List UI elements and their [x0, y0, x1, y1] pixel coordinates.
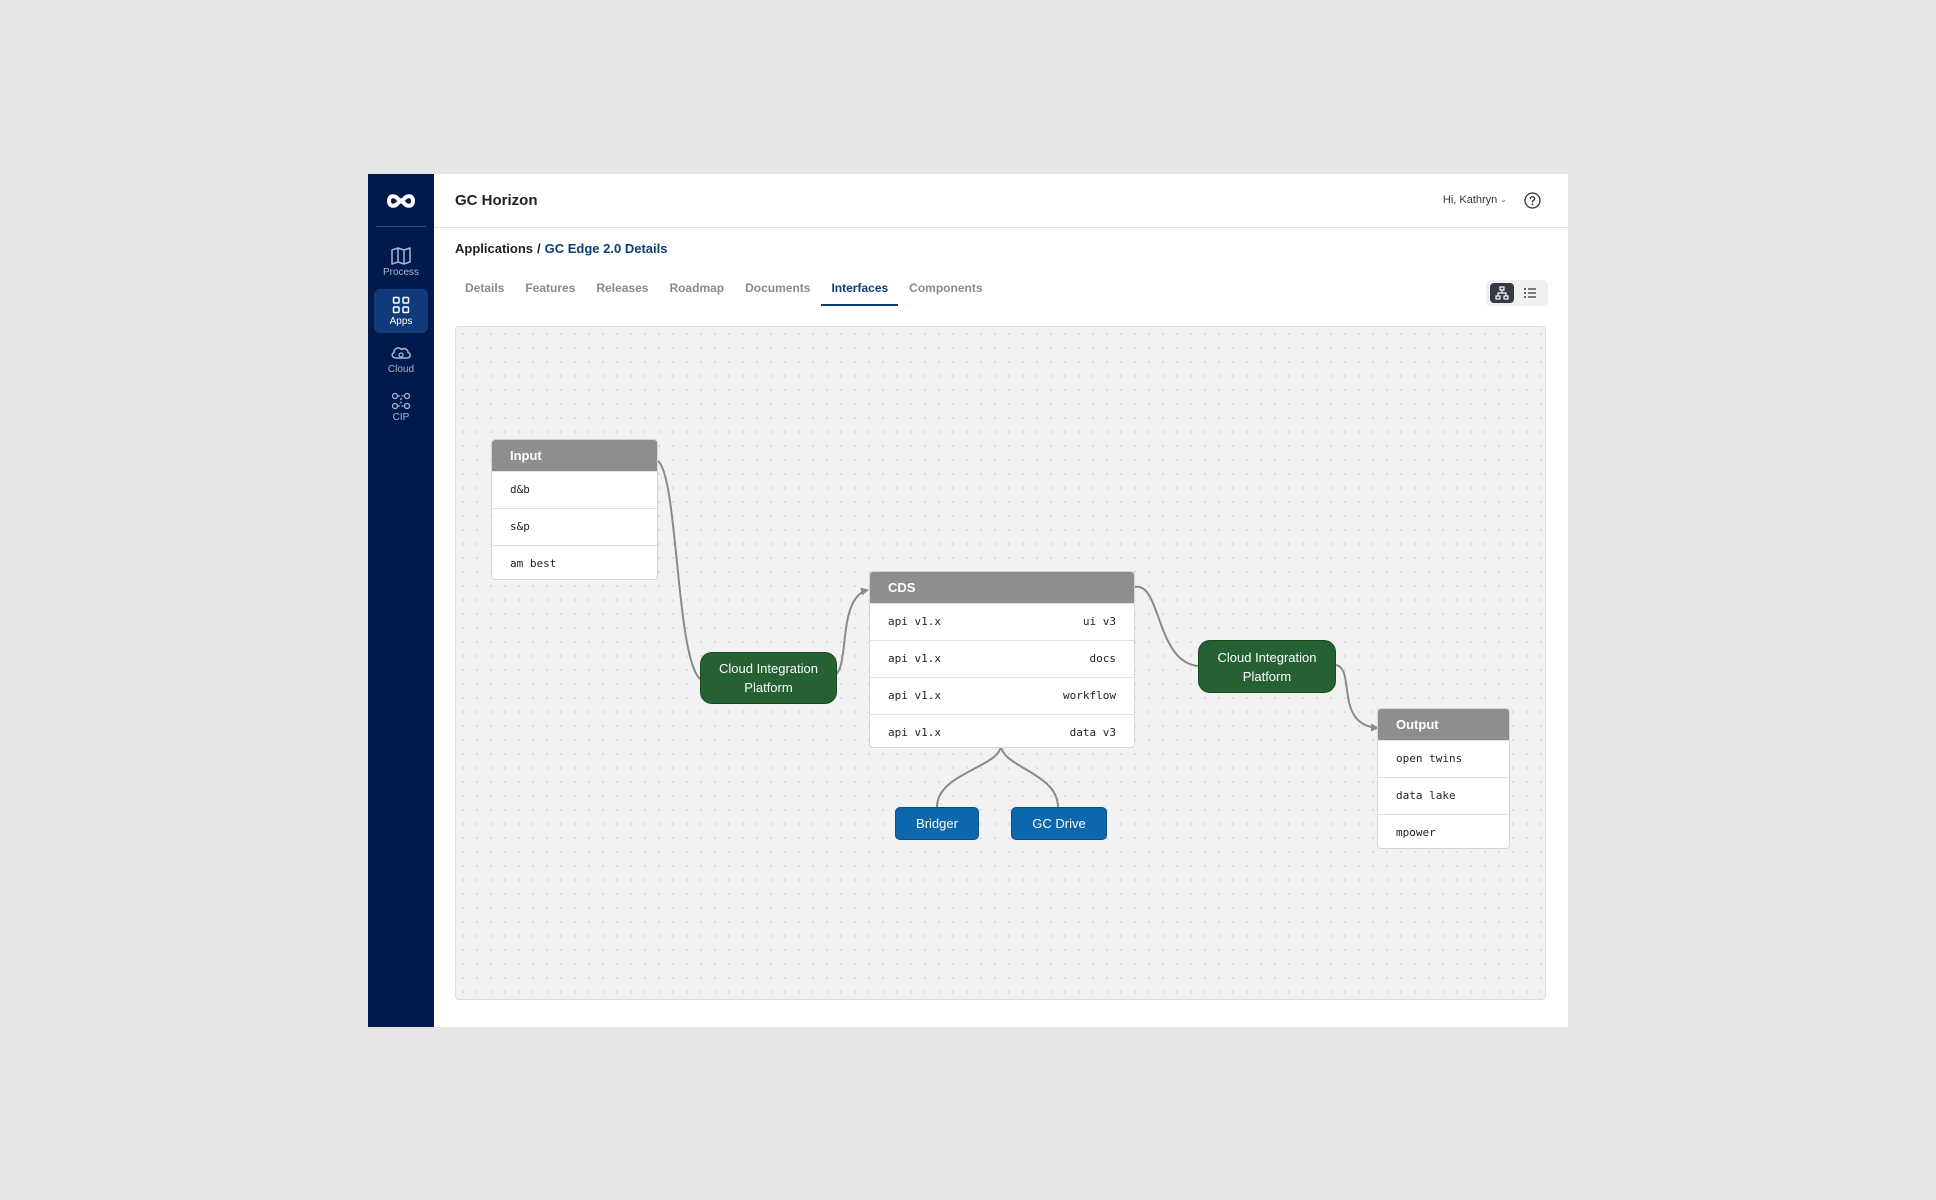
output-row-label: data lake [1396, 789, 1456, 802]
table-row: api v1.x ui v3 [870, 603, 1134, 640]
sidebar-divider [376, 226, 426, 227]
cloud-integration-platform-node-right[interactable]: Cloud Integration Platform [1198, 640, 1336, 693]
list-view-button[interactable] [1518, 283, 1542, 303]
app-window: Process Apps Cloud CIP GC Horizon Hi, Ka… [368, 174, 1568, 1027]
graph-view-icon [1495, 286, 1509, 300]
sidebar-item-label: Process [382, 267, 420, 278]
breadcrumb-separator: / [537, 241, 541, 256]
sidebar-item-label: Cloud [387, 364, 415, 375]
cds-row-left: api v1.x [888, 615, 941, 628]
cds-row-left: api v1.x [888, 652, 941, 665]
sidebar-item-cip[interactable]: CIP [374, 385, 428, 429]
help-icon[interactable] [1524, 192, 1541, 209]
input-node[interactable]: Input d&b s&p am best [491, 439, 658, 580]
list-view-icon [1524, 288, 1536, 298]
sidebar-item-label: CIP [392, 412, 410, 423]
input-node-title: Input [492, 440, 657, 471]
edge-cip-to-cds [832, 587, 869, 677]
list-item: open twins [1378, 740, 1509, 777]
edge-cds-to-bridger [936, 744, 1002, 808]
sidebar-item-label: Apps [389, 316, 413, 327]
input-row-label: s&p [510, 520, 530, 533]
cds-node[interactable]: CDS api v1.x ui v3 api v1.x docs api v1.x w… [869, 571, 1135, 748]
edge-cds-to-gc-drive [1000, 744, 1059, 808]
edge-input-to-cip [657, 460, 701, 680]
list-item: mpower [1378, 814, 1509, 848]
gc-drive-node[interactable]: GC Drive [1011, 807, 1107, 840]
tab-details[interactable]: Details [455, 274, 514, 304]
table-row: api v1.x docs [870, 640, 1134, 677]
output-row-label: open twins [1396, 752, 1463, 765]
tab-features[interactable]: Features [515, 274, 585, 304]
bridger-node[interactable]: Bridger [895, 807, 979, 840]
tab-releases[interactable]: Releases [586, 274, 658, 304]
sidebar: Process Apps Cloud CIP [368, 174, 434, 1027]
tab-roadmap[interactable]: Roadmap [659, 274, 734, 304]
table-row: api v1.x data v3 [870, 714, 1134, 747]
logo-icon[interactable] [386, 191, 416, 211]
sidebar-item-process[interactable]: Process [374, 240, 428, 284]
output-node[interactable]: Output open twins data lake mpower [1377, 708, 1510, 849]
cloud-icon [391, 347, 411, 359]
breadcrumb-current: GC Edge 2.0 Details [544, 241, 668, 256]
cds-row-left: api v1.x [888, 726, 941, 739]
list-item: am best [492, 545, 657, 579]
list-item: s&p [492, 508, 657, 545]
cds-row-right: ui v3 [1082, 615, 1116, 628]
view-toggle [1486, 280, 1548, 306]
user-greeting: Hi, Kathryn [1442, 194, 1498, 206]
graph-view-button[interactable] [1490, 283, 1514, 303]
integration-icon [391, 392, 411, 410]
chevron-down-icon: ⌄ [1500, 195, 1507, 204]
input-row-label: am best [510, 557, 557, 570]
grid-icon [392, 296, 410, 314]
cds-row-right: data v3 [1069, 726, 1116, 739]
cds-row-right: workflow [1063, 689, 1116, 702]
breadcrumb: Applications / GC Edge 2.0 Details [455, 241, 667, 256]
output-row-label: mpower [1396, 826, 1436, 839]
tab-documents[interactable]: Documents [735, 274, 820, 304]
cds-row-left: api v1.x [888, 689, 941, 702]
tab-interfaces[interactable]: Interfaces [821, 274, 899, 306]
tab-bar: Details Features Releases Roadmap Docume… [455, 274, 994, 306]
edge-cip-to-output [1335, 664, 1379, 732]
interfaces-diagram-canvas[interactable]: Input d&b s&p am best Cloud Integration … [455, 326, 1546, 1000]
top-bar: GC Horizon Hi, Kathryn ⌄ [434, 174, 1568, 228]
table-row: api v1.x workflow [870, 677, 1134, 714]
list-item: data lake [1378, 777, 1509, 814]
cloud-integration-platform-node-left[interactable]: Cloud Integration Platform [700, 652, 837, 704]
input-row-label: d&b [510, 483, 530, 496]
cds-row-right: docs [1089, 652, 1117, 665]
tab-components[interactable]: Components [899, 274, 992, 304]
list-item: d&b [492, 471, 657, 508]
map-icon [391, 247, 411, 265]
edge-cds-to-cip [1134, 585, 1199, 667]
breadcrumb-parent[interactable]: Applications [455, 241, 533, 256]
sidebar-item-apps[interactable]: Apps [374, 289, 428, 333]
sidebar-item-cloud[interactable]: Cloud [374, 337, 428, 381]
app-title: GC Horizon [455, 192, 538, 209]
cds-node-title: CDS [870, 572, 1134, 603]
user-menu[interactable]: Hi, Kathryn ⌄ [1443, 194, 1507, 206]
output-node-title: Output [1378, 709, 1509, 740]
